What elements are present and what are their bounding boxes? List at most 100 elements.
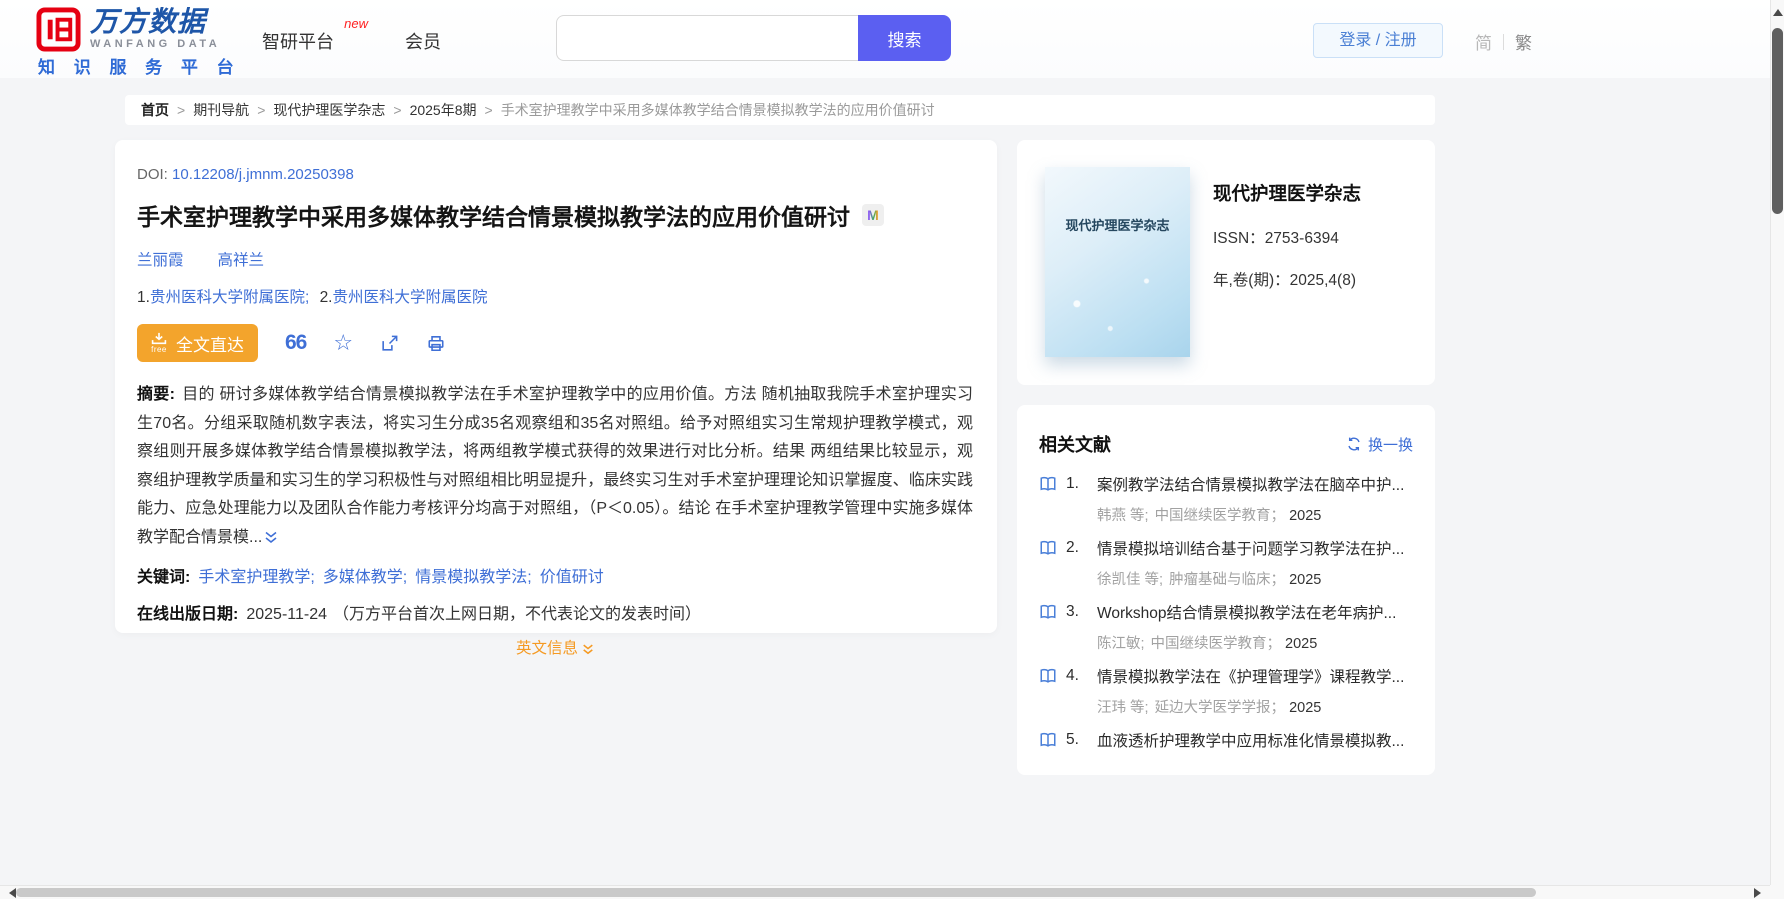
- journal-info: 现代护理医学杂志 ISSN：2753-6394 年,卷(期)：2025,4(8): [1213, 180, 1361, 290]
- breadcrumb-journal-nav[interactable]: 期刊导航: [193, 100, 249, 120]
- wanfang-logo-icon: [36, 7, 81, 52]
- english-info-label: 英文信息: [515, 639, 578, 657]
- nav-item-zhiyan-platform[interactable]: 智研平台 new: [262, 16, 368, 54]
- keyword-link[interactable]: 情景模拟教学法;: [415, 569, 531, 586]
- breadcrumb-journal[interactable]: 现代护理医学杂志: [273, 100, 385, 120]
- related-item-authors[interactable]: 韩燕 等;: [1097, 508, 1149, 524]
- english-info-toggle[interactable]: 英文信息: [137, 636, 973, 658]
- author-list: 兰丽霞 高祥兰: [137, 248, 973, 270]
- related-item-authors[interactable]: 汪玮 等;: [1097, 700, 1149, 716]
- article-title-text: 手术室护理教学中采用多媒体教学结合情景模拟教学法的应用价值研讨: [137, 204, 850, 230]
- breadcrumb-separator: >: [484, 102, 493, 118]
- related-item-link[interactable]: 情景模拟教学法在《护理管理学》课程教学...: [1097, 665, 1404, 687]
- share-icon[interactable]: [380, 334, 399, 353]
- nav-member-label: 会员: [405, 32, 441, 52]
- related-item-link[interactable]: Workshop结合情景模拟教学法在老年病护...: [1097, 601, 1396, 623]
- related-item-number: 5.: [1066, 731, 1079, 748]
- print-icon[interactable]: [426, 334, 446, 353]
- related-item-title-row: 2. 情景模拟培训结合基于问题学习教学法在护...: [1039, 537, 1413, 559]
- scroll-left-arrow-icon[interactable]: [4, 888, 16, 898]
- affiliation-link[interactable]: 贵州医科大学附属医院: [333, 289, 488, 306]
- horizontal-scrollbar-thumb[interactable]: [16, 888, 1536, 897]
- related-item-link[interactable]: 案例教学法结合情景模拟教学法在脑卒中护...: [1097, 473, 1404, 495]
- breadcrumb: 首页 > 期刊导航 > 现代护理医学杂志 > 2025年8期 > 手术室护理教学…: [125, 95, 1435, 125]
- lang-traditional[interactable]: 繁: [1515, 29, 1532, 54]
- related-documents-card: 相关文献 换一换 1. 案例教学法结合情景模拟教学法在脑卒中护... 韩燕 等;…: [1017, 405, 1435, 775]
- abstract-section: 摘要: 目的 研讨多媒体教学结合情景模拟教学法在手术室护理教学中的应用价值。方法 …: [137, 381, 973, 555]
- m-badge-icon[interactable]: M: [862, 204, 884, 226]
- online-date-note: （万方平台首次上网日期，不代表论文的发表时间）: [333, 605, 702, 623]
- breadcrumb-separator: >: [393, 102, 402, 118]
- wanfang-logo[interactable]: 万方数据 WANFANG DATA: [36, 7, 220, 52]
- chevron-down-icon: [583, 644, 593, 654]
- related-item-year: 2025: [1285, 636, 1318, 652]
- doi-link[interactable]: 10.12208/j.jmnm.20250398: [172, 166, 354, 183]
- related-item: 1. 案例教学法结合情景模拟教学法在脑卒中护... 韩燕 等; 中国继续医学教育；…: [1039, 473, 1413, 525]
- related-item-year: 2025: [1289, 572, 1322, 588]
- search-input[interactable]: [556, 15, 858, 61]
- brand-subtitle: 知 识 服 务 平 台: [38, 58, 241, 77]
- fulltext-access-button[interactable]: free 全文直达: [137, 324, 258, 362]
- favorite-star-icon[interactable]: ☆: [333, 332, 353, 354]
- brand-name-cn: 万方数据: [90, 6, 207, 37]
- breadcrumb-current: 手术室护理教学中采用多媒体教学结合情景模拟教学法的应用价值研讨: [500, 102, 935, 118]
- related-item-meta: 徐凯佳 等; 肿瘤基础与临床； 2025: [1097, 568, 1413, 589]
- scrollbar-corner: [1770, 885, 1784, 899]
- online-date-value: 2025-11-24: [246, 605, 327, 623]
- refresh-icon: [1348, 437, 1360, 451]
- issn-value: 2753-6394: [1264, 230, 1339, 247]
- breadcrumb-home[interactable]: 首页: [141, 100, 169, 120]
- related-item-source[interactable]: 延边大学医学学报；: [1155, 700, 1286, 716]
- journal-cover[interactable]: 现代护理医学杂志: [1045, 167, 1190, 357]
- logo-text: 万方数据 WANFANG DATA: [90, 6, 220, 51]
- free-label: free: [151, 345, 167, 354]
- refresh-related-button[interactable]: 换一换: [1346, 434, 1413, 455]
- related-item-link[interactable]: 血液透析护理教学中应用标准化情景模拟教...: [1097, 729, 1404, 751]
- scroll-up-arrow-icon[interactable]: [1773, 4, 1783, 16]
- journal-title[interactable]: 现代护理医学杂志: [1213, 180, 1361, 206]
- breadcrumb-separator: >: [177, 102, 186, 118]
- related-item: 3. Workshop结合情景模拟教学法在老年病护... 陈江敏; 中国继续医学教…: [1039, 601, 1413, 653]
- related-item-source[interactable]: 肿瘤基础与临床；: [1169, 572, 1285, 588]
- horizontal-scrollbar[interactable]: [0, 885, 1770, 899]
- related-item-link[interactable]: 情景模拟培训结合基于问题学习教学法在护...: [1097, 537, 1404, 559]
- keyword-link[interactable]: 价值研讨: [540, 569, 604, 586]
- vertical-scrollbar[interactable]: [1770, 0, 1784, 885]
- related-item-title-row: 5. 血液透析护理教学中应用标准化情景模拟教...: [1039, 729, 1413, 751]
- keyword-link[interactable]: 手术室护理教学;: [198, 569, 314, 586]
- affiliation-number: 2.: [319, 289, 333, 306]
- related-item-number: 1.: [1066, 475, 1079, 492]
- m-badge-letter: M: [867, 207, 879, 223]
- search-button[interactable]: 搜索: [858, 15, 951, 61]
- journal-info-card: 现代护理医学杂志 现代护理医学杂志 ISSN：2753-6394 年,卷(期)：…: [1017, 140, 1435, 385]
- search-bar: 搜索: [556, 15, 951, 61]
- online-publish-row: 在线出版日期: 2025-11-24 （万方平台首次上网日期，不代表论文的发表时间）: [137, 600, 973, 624]
- author-link[interactable]: 高祥兰: [218, 248, 265, 270]
- refresh-label: 换一换: [1367, 436, 1413, 454]
- affiliation-link[interactable]: 贵州医科大学附属医院;: [150, 289, 309, 306]
- book-icon: [1040, 668, 1056, 683]
- volume-value: 2025,4(8): [1289, 272, 1356, 289]
- breadcrumb-separator: >: [257, 102, 266, 118]
- expand-abstract-icon[interactable]: [264, 526, 278, 555]
- journal-volume-row: 年,卷(期)：2025,4(8): [1213, 268, 1361, 290]
- lang-simplified[interactable]: 简: [1475, 29, 1492, 54]
- related-item-number: 4.: [1066, 667, 1079, 684]
- related-item-authors[interactable]: 陈江敏;: [1097, 636, 1145, 652]
- nav-item-member[interactable]: 会员: [405, 28, 441, 54]
- citation-quote-icon[interactable]: 66: [285, 331, 307, 355]
- breadcrumb-issue[interactable]: 2025年8期: [410, 100, 477, 120]
- book-icon: [1040, 540, 1056, 555]
- author-link[interactable]: 兰丽霞: [137, 248, 184, 270]
- related-item-source[interactable]: 中国继续医学教育；: [1155, 508, 1286, 524]
- book-icon: [1040, 732, 1056, 747]
- journal-cover-title: 现代护理医学杂志: [1065, 218, 1170, 233]
- keyword-link[interactable]: 多媒体教学;: [323, 569, 407, 586]
- login-register-button[interactable]: 登录 / 注册: [1313, 23, 1443, 58]
- vertical-scrollbar-thumb[interactable]: [1772, 28, 1783, 214]
- scroll-right-arrow-icon[interactable]: [1754, 888, 1766, 898]
- related-list: 1. 案例教学法结合情景模拟教学法在脑卒中护... 韩燕 等; 中国继续医学教育；…: [1039, 473, 1413, 751]
- related-item-authors[interactable]: 徐凯佳 等;: [1097, 572, 1163, 588]
- doi-label: DOI:: [137, 166, 168, 183]
- related-item-source[interactable]: 中国继续医学教育；: [1151, 636, 1282, 652]
